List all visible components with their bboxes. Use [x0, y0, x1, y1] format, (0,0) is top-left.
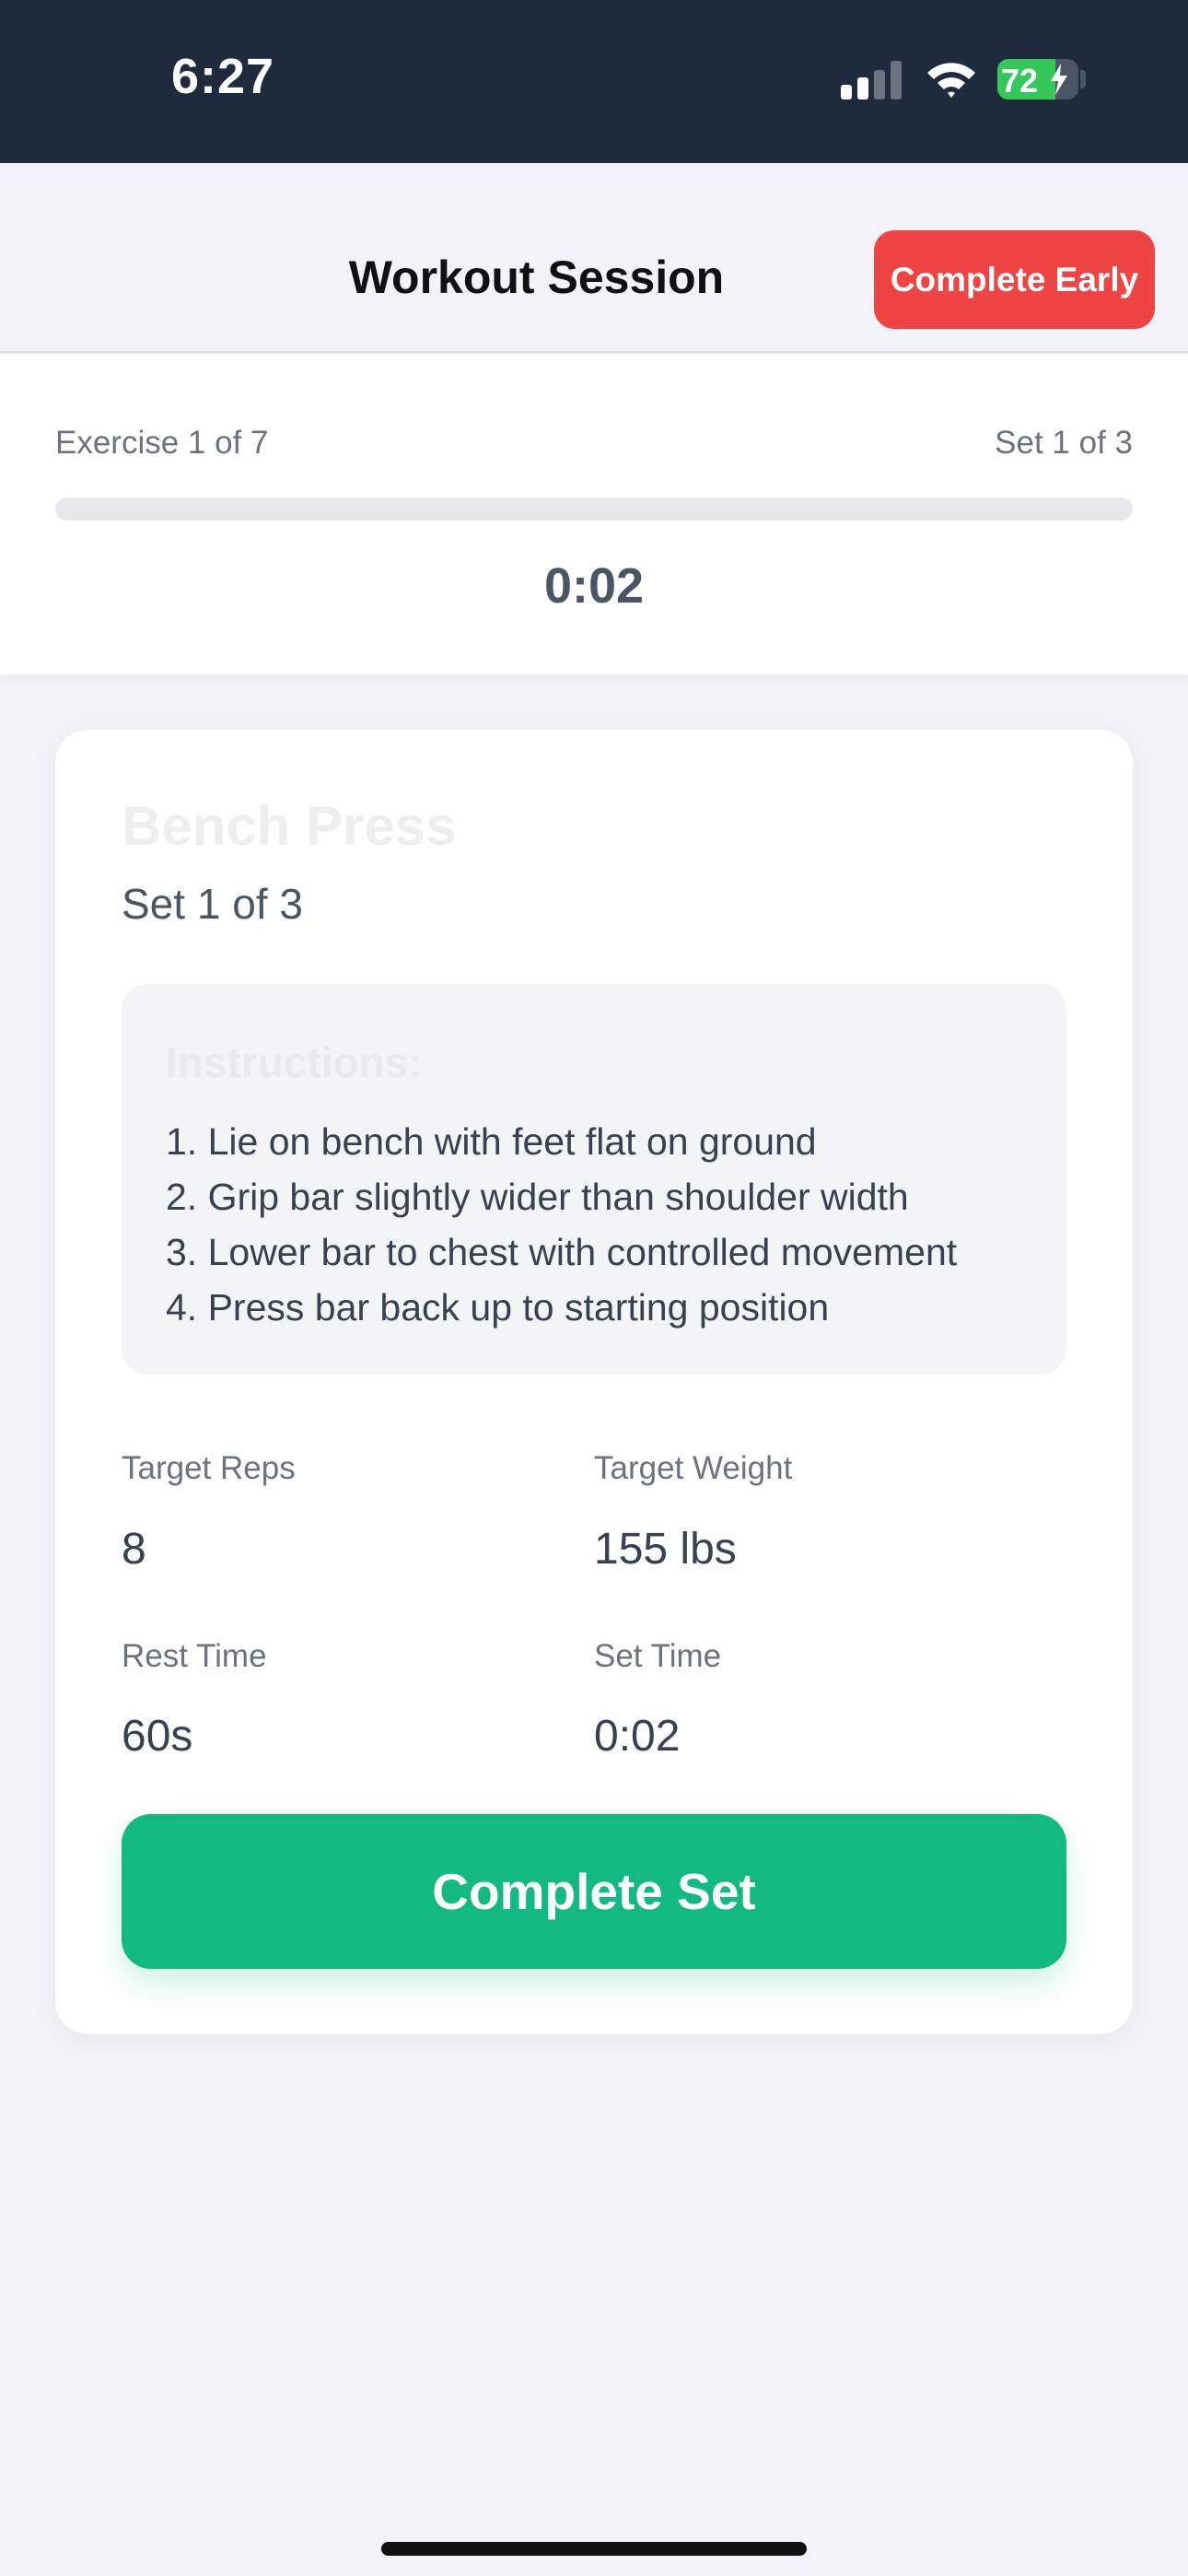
exercise-counter: Exercise 1 of 7 — [55, 425, 269, 461]
instruction-step: 3. Lower bar to chest with controlled mo… — [166, 1231, 958, 1273]
exercise-set-label: Set 1 of 3 — [122, 880, 303, 928]
elapsed-timer: 0:02 — [543, 558, 645, 614]
complete-early-button[interactable]: Complete Early — [874, 230, 1155, 329]
battery-level: 72 — [1001, 62, 1039, 100]
target-weight-value: 155 lbs — [594, 1525, 737, 1574]
instructions-box: Instructions: 1. Lie on bench with feet … — [122, 984, 1066, 1375]
battery-cap — [1080, 70, 1086, 88]
target-weight-label: Target Weight — [594, 1450, 793, 1486]
workout-progress: Exercise 1 of 7 Set 1 of 3 0:02 — [0, 355, 1188, 674]
complete-set-button[interactable]: Complete Set — [122, 1814, 1066, 1969]
set-time-value: 0:02 — [594, 1712, 681, 1761]
status-time: 6:27 — [171, 49, 275, 104]
signal-icon — [841, 61, 903, 100]
exercise-name: Bench Press — [122, 795, 457, 857]
home-indicator[interactable] — [381, 2542, 807, 2556]
instruction-step: 4. Press bar back up to starting positio… — [166, 1286, 830, 1329]
set-time-label: Set Time — [594, 1638, 722, 1674]
charging-bolt-icon — [1051, 64, 1067, 95]
rest-time-value: 60s — [122, 1712, 193, 1761]
status-bar: 6:27 72 — [0, 0, 1188, 163]
instruction-step: 1. Lie on bench with feet flat on ground — [166, 1120, 817, 1163]
target-reps-value: 8 — [122, 1525, 146, 1574]
target-reps-label: Target Reps — [122, 1450, 296, 1486]
wifi-icon — [927, 63, 975, 98]
set-counter: Set 1 of 3 — [995, 425, 1133, 461]
exercise-card: Bench Press Set 1 of 3 Instructions: 1. … — [55, 730, 1133, 2034]
instructions-heading: Instructions: — [166, 1038, 423, 1086]
rest-time-label: Rest Time — [122, 1638, 267, 1674]
instruction-step: 2. Grip bar slightly wider than shoulder… — [166, 1176, 909, 1218]
nav-bar: Workout Session Complete Early — [0, 163, 1188, 353]
battery-icon: 72 — [997, 59, 1078, 100]
progress-bar — [55, 498, 1133, 521]
